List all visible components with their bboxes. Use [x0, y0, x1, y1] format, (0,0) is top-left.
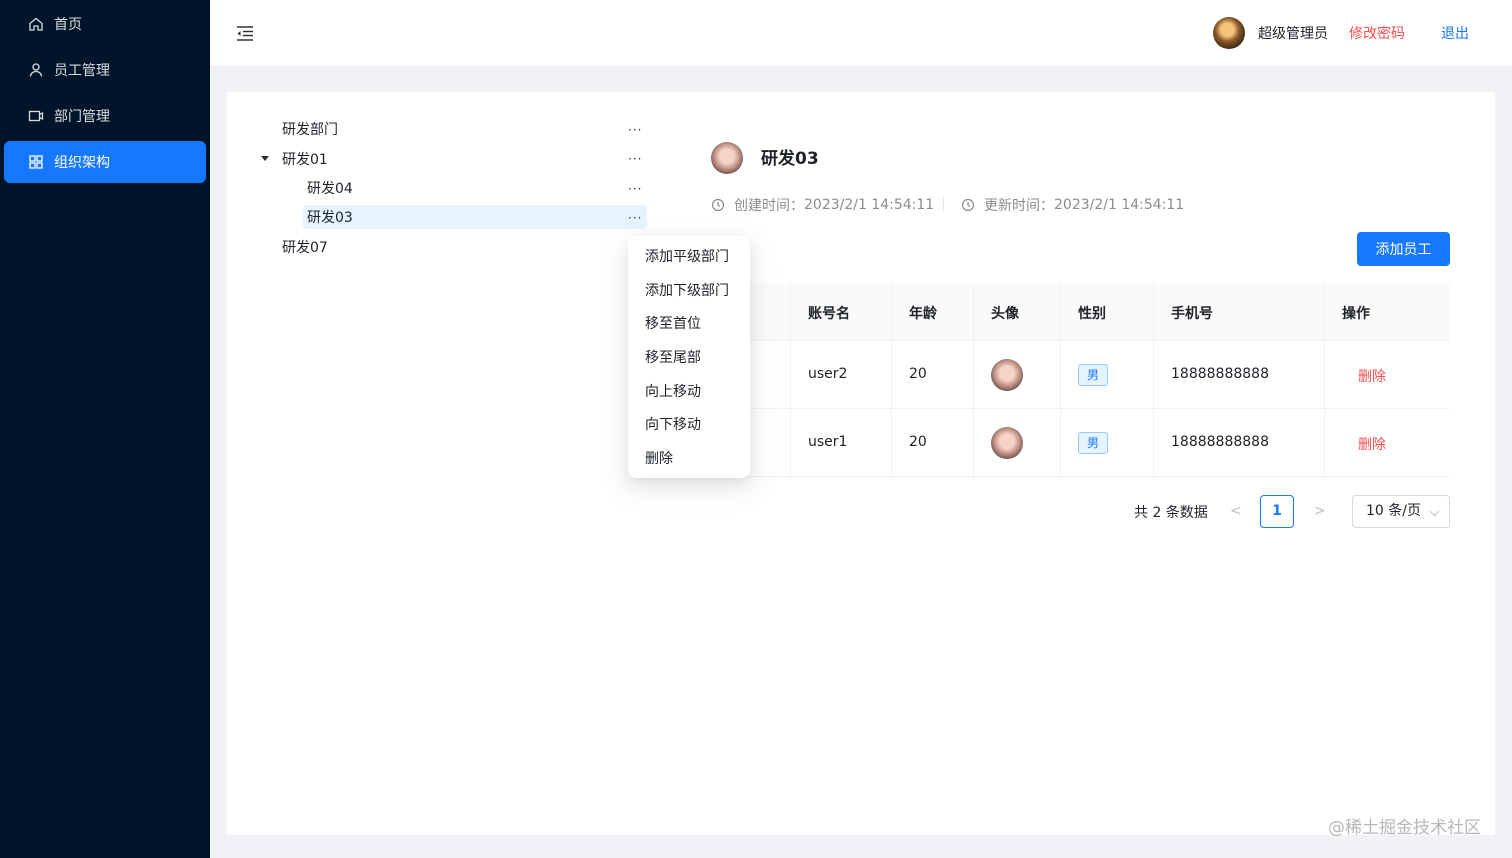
org-icon	[29, 155, 43, 169]
tree-node-selected[interactable]: 研发03	[303, 205, 647, 229]
menu-item-add-sibling[interactable]: 添加平级部门	[645, 246, 729, 266]
tree-node[interactable]: 研发07	[282, 235, 328, 259]
clock-icon	[961, 198, 975, 212]
tree-node[interactable]: 研发01	[282, 147, 328, 171]
department-icon	[28, 110, 44, 122]
node-action-menu: 添加平级部门 添加下级部门 移至首位 移至尾部 向上移动 向下移动 删除	[628, 236, 750, 478]
page-1-button[interactable]: 1	[1260, 495, 1294, 528]
user-name: 超级管理员	[1258, 26, 1328, 42]
sidebar-item-org[interactable]: 组织架构	[4, 141, 206, 183]
age-cell: 20	[909, 366, 927, 382]
tree-node[interactable]: 研发04	[307, 176, 353, 200]
table-row: user2 20 男 18888888888 删除	[727, 341, 1450, 409]
table-row: user1 20 男 18888888888 删除	[727, 409, 1450, 477]
column-divider	[1060, 283, 1061, 478]
department-avatar	[711, 142, 743, 174]
account-cell: user2	[808, 366, 848, 382]
column-divider	[891, 283, 892, 478]
avatar	[991, 359, 1023, 391]
prev-page-button[interactable]: <	[1230, 503, 1242, 519]
menu-item-move-last[interactable]: 移至尾部	[645, 347, 701, 367]
column-divider	[973, 283, 974, 478]
caret-down-icon[interactable]	[261, 156, 269, 161]
logout-link[interactable]: 退出	[1441, 23, 1469, 43]
menu-item-move-first[interactable]: 移至首位	[645, 313, 701, 333]
menu-fold-icon[interactable]	[234, 22, 256, 44]
sidebar-item-employee[interactable]: 员工管理	[4, 49, 206, 91]
account-cell: user1	[808, 434, 848, 450]
column-header: 头像	[991, 306, 1019, 322]
age-cell: 20	[909, 434, 927, 450]
home-icon	[29, 17, 43, 31]
column-divider	[1153, 283, 1154, 478]
updated-label: 更新时间：	[984, 198, 1054, 214]
tree-node-label: 研发04	[307, 181, 353, 197]
divider	[943, 197, 944, 211]
menu-item-delete[interactable]: 删除	[645, 448, 673, 468]
more-icon[interactable]: ···	[628, 124, 642, 136]
sidebar-item-department[interactable]: 部门管理	[4, 95, 206, 137]
next-page-button[interactable]: >	[1314, 503, 1326, 519]
updated-value: 2023/2/1 14:54:11	[1054, 197, 1185, 213]
column-header: 手机号	[1171, 306, 1213, 322]
delete-link[interactable]: 删除	[1358, 366, 1386, 386]
sidebar-item-label: 员工管理	[54, 63, 110, 79]
department-title: 研发03	[761, 149, 819, 169]
page-size-select[interactable]: 10 条/页	[1352, 495, 1450, 528]
add-employee-button[interactable]: 添加员工	[1357, 232, 1450, 266]
column-header: 年龄	[909, 306, 937, 322]
more-icon[interactable]: ···	[628, 183, 642, 195]
sidebar-item-label: 组织架构	[54, 155, 110, 171]
user-icon	[29, 63, 43, 77]
avatar[interactable]	[1213, 17, 1245, 49]
delete-link[interactable]: 删除	[1358, 434, 1386, 454]
watermark: @稀土掘金技术社区	[1328, 818, 1481, 838]
created-time: 创建时间： 2023/2/1 14:54:11	[711, 195, 934, 215]
updated-time: 更新时间： 2023/2/1 14:54:11	[961, 195, 1184, 215]
avatar	[991, 427, 1023, 459]
gender-tag: 男	[1078, 432, 1108, 454]
change-password-link[interactable]: 修改密码	[1349, 23, 1405, 43]
chevron-down-icon	[1429, 506, 1440, 517]
phone-cell: 18888888888	[1171, 434, 1269, 450]
column-header: 账号名	[808, 306, 850, 322]
tree-node-label: 研发01	[282, 152, 328, 168]
created-label: 创建时间：	[734, 198, 804, 214]
page-size-value: 10 条/页	[1366, 503, 1421, 519]
tree-node[interactable]: 研发部门	[282, 117, 338, 141]
sidebar-item-label: 部门管理	[54, 109, 110, 125]
sidebar-item-home[interactable]: 首页	[4, 3, 206, 45]
clock-icon	[711, 198, 725, 212]
column-header: 性别	[1078, 306, 1106, 322]
created-value: 2023/2/1 14:54:11	[804, 197, 935, 213]
top-header: 超级管理员 修改密码 退出	[210, 0, 1512, 66]
column-divider	[1324, 283, 1325, 478]
gender-tag: 男	[1078, 364, 1108, 386]
menu-item-move-down[interactable]: 向下移动	[645, 414, 701, 434]
menu-item-add-child[interactable]: 添加下级部门	[645, 280, 729, 300]
sidebar-item-label: 首页	[54, 17, 82, 33]
menu-item-move-up[interactable]: 向上移动	[645, 381, 701, 401]
tree-node-label: 研发03	[307, 210, 353, 226]
more-icon[interactable]: ···	[628, 153, 642, 165]
phone-cell: 18888888888	[1171, 366, 1269, 382]
employee-table: 账号名 年龄 头像 性别 手机号 操作 user2 20 男 188888888…	[727, 283, 1450, 478]
tree-node-label: 研发部门	[282, 122, 338, 138]
more-icon[interactable]: ···	[628, 212, 642, 224]
table-header: 账号名 年龄 头像 性别 手机号 操作	[727, 283, 1450, 341]
column-divider	[790, 283, 791, 478]
tree-node-label: 研发07	[282, 240, 328, 256]
total-count: 共 2 条数据	[1134, 505, 1208, 521]
sidebar: 首页 员工管理 部门管理 组织架构	[0, 0, 210, 858]
column-header: 操作	[1342, 306, 1370, 322]
